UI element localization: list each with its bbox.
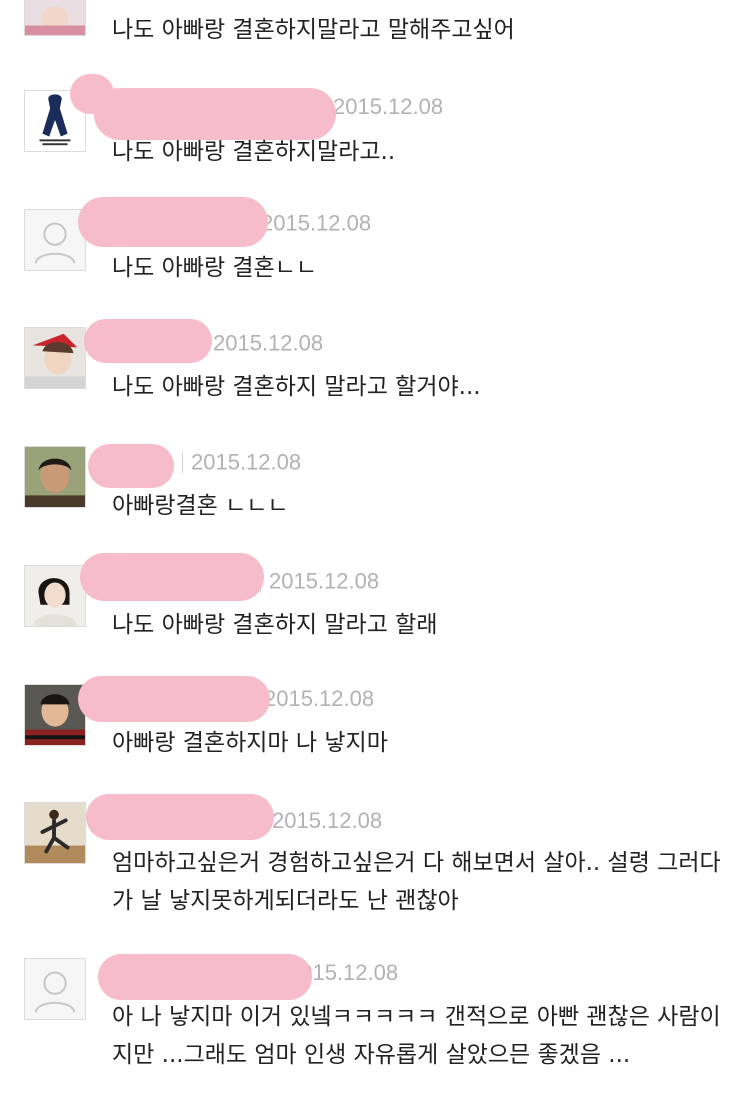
- comment-date: 2015.12.08: [264, 685, 375, 711]
- redaction-scribble: [88, 444, 174, 488]
- meta-divider: [182, 452, 183, 473]
- comment-text: 나도 아빠랑 결혼하지말라고 말해주고싶어: [112, 17, 515, 43]
- comment-row[interactable]: 2015.12.08 나도 아빠랑 결혼하지 말라고 할거야...: [0, 303, 749, 423]
- comment-row[interactable]: 2015.12.08 엄마하고싶은거 경험하고싶은거 다 해보면서 살아.. 설…: [0, 778, 749, 935]
- redaction-scribble: [98, 954, 312, 1000]
- comment-row[interactable]: 2015.12.08 아 나 낳지마 이거 있넼ㅋㅋㅋㅋㅋ 갠적으로 아빤 괜찮…: [0, 934, 749, 1105]
- redaction-scribble: [78, 676, 270, 722]
- comment-row[interactable]: 2015.12.08 나도 아빠랑 결혼하지 말라고 할래: [0, 541, 749, 661]
- comment-text: 아빠랑 결혼하지마 나 낳지마: [112, 730, 388, 756]
- comment-text: 아빠랑결혼 ㄴㄴㄴ: [112, 493, 289, 519]
- user-avatar[interactable]: [24, 0, 86, 36]
- redaction-scribble: [84, 319, 212, 363]
- comment-date: 2015.12.08: [269, 568, 380, 594]
- comment-row[interactable]: 2015.12.08 나도 아빠랑 결혼하지말라고..: [0, 66, 749, 186]
- user-avatar[interactable]: [24, 565, 86, 627]
- comment-text: 나도 아빠랑 결혼ㄴㄴ: [112, 255, 318, 281]
- redaction-scribble: [80, 553, 264, 601]
- user-avatar[interactable]: [24, 802, 86, 864]
- user-avatar[interactable]: [24, 446, 86, 508]
- user-avatar[interactable]: [24, 684, 86, 746]
- redaction-scribble: [86, 794, 274, 840]
- comment-date: 2015.12.08: [191, 449, 302, 475]
- redaction-scribble: [78, 197, 268, 247]
- comment-row[interactable]: 나도 아빠랑 결혼하지말라고 말해주고싶어: [0, 0, 749, 67]
- user-avatar[interactable]: [24, 327, 86, 389]
- comment-row[interactable]: 2015.12.08 나도 아빠랑 결혼ㄴㄴ: [0, 185, 749, 304]
- comment-text: 아 나 낳지마 이거 있넼ㅋㅋㅋㅋㅋ 갠적으로 아빤 괜찮은 사람이지만 ...…: [112, 1004, 721, 1068]
- default-avatar-icon[interactable]: [24, 209, 86, 271]
- comment-row[interactable]: 2015.12.08 아빠랑 결혼하지마 나 낳지마: [0, 660, 749, 779]
- comment-list: 나도 아빠랑 결혼하지말라고 말해주고싶어 2015.12.08 나도 아빠랑 …: [0, 0, 749, 1105]
- comment-date: 2015.12.08: [272, 807, 383, 833]
- comment-text: 나도 아빠랑 결혼하지 말라고 할거야...: [112, 374, 481, 400]
- default-avatar-icon[interactable]: [24, 958, 86, 1020]
- comment-row[interactable]: 2015.12.08 아빠랑결혼 ㄴㄴㄴ: [0, 422, 749, 542]
- comment-text: 나도 아빠랑 결혼하지 말라고 할래: [112, 612, 438, 638]
- comment-date: 2015.12.08: [333, 93, 444, 119]
- comment-text: 나도 아빠랑 결혼하지말라고..: [112, 139, 396, 165]
- comment-date: 2015.12.08: [213, 330, 324, 356]
- comment-text: 엄마하고싶은거 경험하고싶은거 다 해보면서 살아.. 설령 그러다가 날 낳지…: [112, 850, 721, 914]
- comment-date: 2015.12.08: [261, 210, 372, 236]
